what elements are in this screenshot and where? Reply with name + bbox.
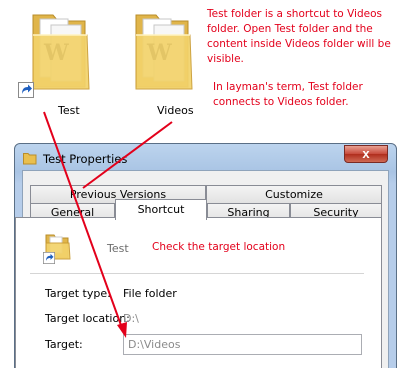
annotation-layman-explanation: In layman's term, Test folder connects t… xyxy=(213,81,363,108)
tab-customize[interactable]: Customize xyxy=(206,185,382,203)
test-folder-label: Test xyxy=(58,104,80,117)
folder-icon: W xyxy=(135,14,193,90)
videos-folder-label: Videos xyxy=(157,104,194,117)
test-shortcut-folder[interactable]: W Test xyxy=(18,5,95,117)
close-button[interactable]: x xyxy=(344,145,388,163)
shortcut-arrow-icon xyxy=(43,252,55,264)
target-label: Target: xyxy=(45,338,83,351)
target-type-label: Target type: xyxy=(45,287,111,300)
annotation-check-target: Check the target location xyxy=(152,241,286,253)
dialog-title: Test Properties xyxy=(43,152,128,166)
tab-shortcut[interactable]: Shortcut xyxy=(115,199,207,220)
folder-icon: W xyxy=(32,14,90,90)
target-location-value: D:\ xyxy=(123,312,139,325)
target-type-value: File folder xyxy=(123,287,177,300)
folder-icon xyxy=(23,153,37,165)
close-icon: x xyxy=(362,146,370,161)
shortcut-name: Test xyxy=(107,242,129,255)
annotation-shortcut-explanation: Test folder is a shortcut to Videos fold… xyxy=(207,8,391,65)
divider xyxy=(30,273,364,274)
shortcut-arrow-icon xyxy=(18,82,34,98)
videos-folder[interactable]: W Videos xyxy=(128,5,198,117)
target-location-label: Target location: xyxy=(45,312,130,325)
target-field[interactable]: D:\Videos xyxy=(123,334,362,355)
